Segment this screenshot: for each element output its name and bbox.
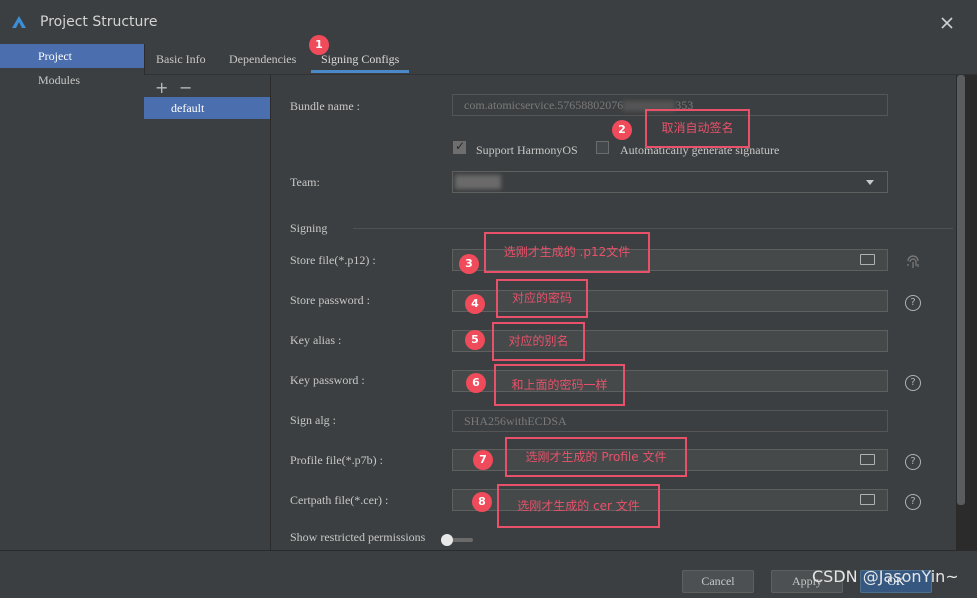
restricted-permissions-label: Show restricted permissions xyxy=(290,530,426,544)
team-label: Team: xyxy=(290,175,320,189)
help-icon[interactable]: ? xyxy=(905,295,921,311)
key-password-label: Key password : xyxy=(290,373,365,387)
tab-bar: Basic Info Dependencies Signing Configs xyxy=(145,44,977,75)
support-harmonyos-label: Support HarmonyOS xyxy=(476,143,578,157)
bundle-name-label: Bundle name : xyxy=(290,99,360,113)
fingerprint-icon[interactable] xyxy=(905,252,921,270)
team-dropdown[interactable] xyxy=(452,171,888,193)
form-scrollbar[interactable] xyxy=(957,75,965,505)
annotation-number: 5 xyxy=(465,330,485,350)
remove-config-button[interactable]: − xyxy=(179,78,192,97)
folder-icon[interactable] xyxy=(860,494,875,505)
annotation-box: 对应的密码 xyxy=(496,279,588,318)
annotation-box: 和上面的密码一样 xyxy=(494,364,625,406)
app-logo-icon xyxy=(12,16,26,28)
folder-icon[interactable] xyxy=(860,454,875,465)
key-alias-label: Key alias : xyxy=(290,333,342,347)
folder-icon[interactable] xyxy=(860,254,875,265)
annotation-box: 选刚才生成的 cer 文件 xyxy=(497,484,660,528)
left-navigation: Project Modules xyxy=(0,44,145,550)
help-icon[interactable]: ? xyxy=(905,454,921,470)
redacted-team xyxy=(455,175,501,189)
watermark-text: CSDN @JasonYin~ xyxy=(812,567,959,586)
auto-sign-checkbox[interactable] xyxy=(596,141,609,154)
sign-alg-label: Sign alg : xyxy=(290,413,337,427)
support-harmonyos-checkbox[interactable] xyxy=(453,139,466,154)
annotation-number: 6 xyxy=(466,373,486,393)
tab-basic-info[interactable]: Basic Info xyxy=(156,52,206,67)
annotation-number: 2 xyxy=(612,120,632,140)
close-icon[interactable] xyxy=(941,17,953,29)
annotation-box: 取消自动签名 xyxy=(645,109,750,148)
section-divider xyxy=(353,228,953,229)
annotation-box: 对应的别名 xyxy=(492,322,585,361)
store-file-label: Store file(*.p12) : xyxy=(290,253,376,267)
nav-item-modules[interactable]: Modules xyxy=(0,68,144,92)
help-icon[interactable]: ? xyxy=(905,375,921,391)
signing-form: Bundle name : com.atomicservice.57658802… xyxy=(271,75,956,550)
toggle-knob xyxy=(441,534,453,546)
annotation-number: 7 xyxy=(473,450,493,470)
title-bar: Project Structure xyxy=(0,0,977,45)
annotation-number: 4 xyxy=(465,294,485,314)
chevron-down-icon xyxy=(866,180,874,185)
restricted-permissions-toggle[interactable] xyxy=(441,534,473,546)
sign-alg-field: SHA256withECDSA xyxy=(452,410,888,432)
certpath-file-label: Certpath file(*.cer) : xyxy=(290,493,389,507)
cancel-button[interactable]: Cancel xyxy=(682,570,754,593)
signing-section-title: Signing xyxy=(290,221,328,235)
tab-dependencies[interactable]: Dependencies xyxy=(229,52,296,67)
help-icon[interactable]: ? xyxy=(905,494,921,510)
annotation-number: 8 xyxy=(472,492,492,512)
config-item-default[interactable]: default xyxy=(144,97,270,119)
profile-file-label: Profile file(*.p7b) : xyxy=(290,453,383,467)
nav-item-project[interactable]: Project xyxy=(0,44,144,68)
window-title: Project Structure xyxy=(40,14,158,30)
add-config-button[interactable]: + xyxy=(155,78,168,97)
annotation-number: 3 xyxy=(459,254,479,274)
config-list-panel: + − default xyxy=(144,75,271,550)
store-password-label: Store password : xyxy=(290,293,370,307)
bundle-name-value: com.atomicservice.57658802076 xyxy=(464,98,624,112)
tab-signing-configs[interactable]: Signing Configs xyxy=(311,52,410,73)
annotation-box: 选刚才生成的 Profile 文件 xyxy=(505,437,687,477)
annotation-number: 1 xyxy=(309,35,329,55)
annotation-box: 选刚才生成的 .p12文件 xyxy=(484,232,650,273)
